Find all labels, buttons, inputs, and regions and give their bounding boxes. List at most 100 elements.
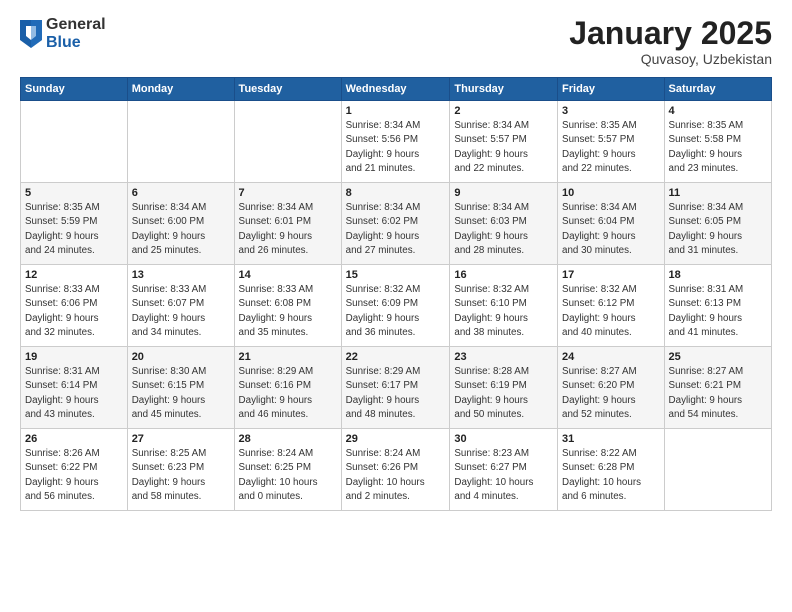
day-number: 10: [562, 187, 660, 199]
calendar-cell: 29 Sunrise: 8:24 AM Sunset: 6:26 PM Dayli…: [341, 429, 450, 511]
day-info: Sunrise: 8:33 AM Sunset: 6:08 PM Dayligh…: [239, 283, 337, 340]
day-info: Sunrise: 8:34 AM Sunset: 6:01 PM Dayligh…: [239, 201, 337, 258]
week-row-2: 5Sunrise: 8:35 AM Sunset: 5:59 PM Daylig…: [21, 183, 772, 265]
day-info: Sunrise: 8:22 AM Sunset: 6:28 PM Dayligh…: [562, 447, 660, 504]
calendar-header: SundayMondayTuesdayWednesdayThursdayFrid…: [21, 78, 772, 101]
calendar-cell: 4 Sunrise: 8:35 AM Sunset: 5:58 PM Daylig…: [664, 101, 771, 183]
week-row-1: 1 Sunrise: 8:34 AM Sunset: 5:56 PM Daylig…: [21, 101, 772, 183]
weekday-header-friday: Friday: [558, 78, 665, 101]
day-number: 26: [25, 433, 123, 445]
day-info: Sunrise: 8:33 AM Sunset: 6:06 PM Dayligh…: [25, 283, 123, 340]
calendar-cell: 8 Sunrise: 8:34 AM Sunset: 6:02 PM Daylig…: [341, 183, 450, 265]
calendar-cell: 18Sunrise: 8:31 AM Sunset: 6:13 PM Dayli…: [664, 265, 771, 347]
calendar-cell: 16 Sunrise: 8:32 AM Sunset: 6:10 PM Dayli…: [450, 265, 558, 347]
day-number: 8: [346, 187, 446, 199]
calendar-cell: [664, 429, 771, 511]
day-number: 7: [239, 187, 337, 199]
day-number: 21: [239, 351, 337, 363]
calendar-cell: 28 Sunrise: 8:24 AM Sunset: 6:25 PM Dayli…: [234, 429, 341, 511]
calendar-cell: [127, 101, 234, 183]
day-number: 18: [669, 269, 767, 281]
calendar-cell: 3Sunrise: 8:35 AM Sunset: 5:57 PM Daylig…: [558, 101, 665, 183]
logo-blue-text: Blue: [46, 34, 106, 52]
calendar-cell: 31 Sunrise: 8:22 AM Sunset: 6:28 PM Dayli…: [558, 429, 665, 511]
day-info: Sunrise: 8:30 AM Sunset: 6:15 PM Dayligh…: [132, 365, 230, 422]
day-number: 4: [669, 105, 767, 117]
title-block: January 2025 Quvasoy, Uzbekistan: [569, 16, 772, 67]
day-info: Sunrise: 8:35 AM Sunset: 5:57 PM Dayligh…: [562, 119, 660, 176]
calendar-body: 1 Sunrise: 8:34 AM Sunset: 5:56 PM Daylig…: [21, 101, 772, 511]
calendar-cell: 11 Sunrise: 8:34 AM Sunset: 6:05 PM Dayli…: [664, 183, 771, 265]
day-number: 13: [132, 269, 230, 281]
calendar-cell: [234, 101, 341, 183]
day-info: Sunrise: 8:34 AM Sunset: 6:03 PM Dayligh…: [454, 201, 553, 258]
day-info: Sunrise: 8:25 AM Sunset: 6:23 PM Dayligh…: [132, 447, 230, 504]
day-number: 31: [562, 433, 660, 445]
calendar-cell: 14 Sunrise: 8:33 AM Sunset: 6:08 PM Dayli…: [234, 265, 341, 347]
calendar-cell: 15 Sunrise: 8:32 AM Sunset: 6:09 PM Dayli…: [341, 265, 450, 347]
day-number: 28: [239, 433, 337, 445]
week-row-4: 19Sunrise: 8:31 AM Sunset: 6:14 PM Dayli…: [21, 347, 772, 429]
day-number: 20: [132, 351, 230, 363]
day-info: Sunrise: 8:23 AM Sunset: 6:27 PM Dayligh…: [454, 447, 553, 504]
logo-icon: [20, 20, 42, 48]
calendar-cell: [21, 101, 128, 183]
page: General Blue January 2025 Quvasoy, Uzbek…: [0, 0, 792, 612]
day-info: Sunrise: 8:26 AM Sunset: 6:22 PM Dayligh…: [25, 447, 123, 504]
calendar-cell: 6Sunrise: 8:34 AM Sunset: 6:00 PM Daylig…: [127, 183, 234, 265]
header: General Blue January 2025 Quvasoy, Uzbek…: [20, 16, 772, 67]
logo-text: General Blue: [46, 16, 106, 51]
day-number: 14: [239, 269, 337, 281]
calendar-cell: 25Sunrise: 8:27 AM Sunset: 6:21 PM Dayli…: [664, 347, 771, 429]
day-number: 22: [346, 351, 446, 363]
day-number: 17: [562, 269, 660, 281]
calendar-cell: 1 Sunrise: 8:34 AM Sunset: 5:56 PM Daylig…: [341, 101, 450, 183]
day-info: Sunrise: 8:31 AM Sunset: 6:14 PM Dayligh…: [25, 365, 123, 422]
day-number: 29: [346, 433, 446, 445]
calendar-cell: 10Sunrise: 8:34 AM Sunset: 6:04 PM Dayli…: [558, 183, 665, 265]
day-number: 1: [346, 105, 446, 117]
day-number: 16: [454, 269, 553, 281]
day-info: Sunrise: 8:34 AM Sunset: 6:00 PM Dayligh…: [132, 201, 230, 258]
day-info: Sunrise: 8:27 AM Sunset: 6:20 PM Dayligh…: [562, 365, 660, 422]
day-info: Sunrise: 8:33 AM Sunset: 6:07 PM Dayligh…: [132, 283, 230, 340]
month-title: January 2025: [569, 16, 772, 51]
calendar-cell: 22 Sunrise: 8:29 AM Sunset: 6:17 PM Dayli…: [341, 347, 450, 429]
day-info: Sunrise: 8:24 AM Sunset: 6:25 PM Dayligh…: [239, 447, 337, 504]
day-number: 30: [454, 433, 553, 445]
logo: General Blue: [20, 16, 106, 51]
day-number: 24: [562, 351, 660, 363]
day-number: 15: [346, 269, 446, 281]
day-info: Sunrise: 8:24 AM Sunset: 6:26 PM Dayligh…: [346, 447, 446, 504]
day-info: Sunrise: 8:32 AM Sunset: 6:12 PM Dayligh…: [562, 283, 660, 340]
day-number: 9: [454, 187, 553, 199]
calendar-cell: 5Sunrise: 8:35 AM Sunset: 5:59 PM Daylig…: [21, 183, 128, 265]
day-info: Sunrise: 8:32 AM Sunset: 6:09 PM Dayligh…: [346, 283, 446, 340]
calendar-cell: 17 Sunrise: 8:32 AM Sunset: 6:12 PM Dayli…: [558, 265, 665, 347]
day-info: Sunrise: 8:28 AM Sunset: 6:19 PM Dayligh…: [454, 365, 553, 422]
day-info: Sunrise: 8:34 AM Sunset: 5:57 PM Dayligh…: [454, 119, 553, 176]
calendar-cell: 26 Sunrise: 8:26 AM Sunset: 6:22 PM Dayli…: [21, 429, 128, 511]
calendar: SundayMondayTuesdayWednesdayThursdayFrid…: [20, 77, 772, 511]
day-number: 23: [454, 351, 553, 363]
day-info: Sunrise: 8:34 AM Sunset: 6:02 PM Dayligh…: [346, 201, 446, 258]
day-number: 5: [25, 187, 123, 199]
day-info: Sunrise: 8:29 AM Sunset: 6:17 PM Dayligh…: [346, 365, 446, 422]
calendar-cell: 2 Sunrise: 8:34 AM Sunset: 5:57 PM Daylig…: [450, 101, 558, 183]
day-info: Sunrise: 8:27 AM Sunset: 6:21 PM Dayligh…: [669, 365, 767, 422]
weekday-header-thursday: Thursday: [450, 78, 558, 101]
day-info: Sunrise: 8:35 AM Sunset: 5:58 PM Dayligh…: [669, 119, 767, 176]
location: Quvasoy, Uzbekistan: [569, 51, 772, 67]
calendar-cell: 27Sunrise: 8:25 AM Sunset: 6:23 PM Dayli…: [127, 429, 234, 511]
calendar-cell: 9 Sunrise: 8:34 AM Sunset: 6:03 PM Daylig…: [450, 183, 558, 265]
calendar-cell: 20 Sunrise: 8:30 AM Sunset: 6:15 PM Dayli…: [127, 347, 234, 429]
day-info: Sunrise: 8:32 AM Sunset: 6:10 PM Dayligh…: [454, 283, 553, 340]
day-number: 2: [454, 105, 553, 117]
calendar-cell: 7 Sunrise: 8:34 AM Sunset: 6:01 PM Daylig…: [234, 183, 341, 265]
day-info: Sunrise: 8:34 AM Sunset: 6:05 PM Dayligh…: [669, 201, 767, 258]
weekday-header-wednesday: Wednesday: [341, 78, 450, 101]
day-info: Sunrise: 8:34 AM Sunset: 5:56 PM Dayligh…: [346, 119, 446, 176]
day-number: 11: [669, 187, 767, 199]
day-number: 12: [25, 269, 123, 281]
week-row-5: 26 Sunrise: 8:26 AM Sunset: 6:22 PM Dayli…: [21, 429, 772, 511]
